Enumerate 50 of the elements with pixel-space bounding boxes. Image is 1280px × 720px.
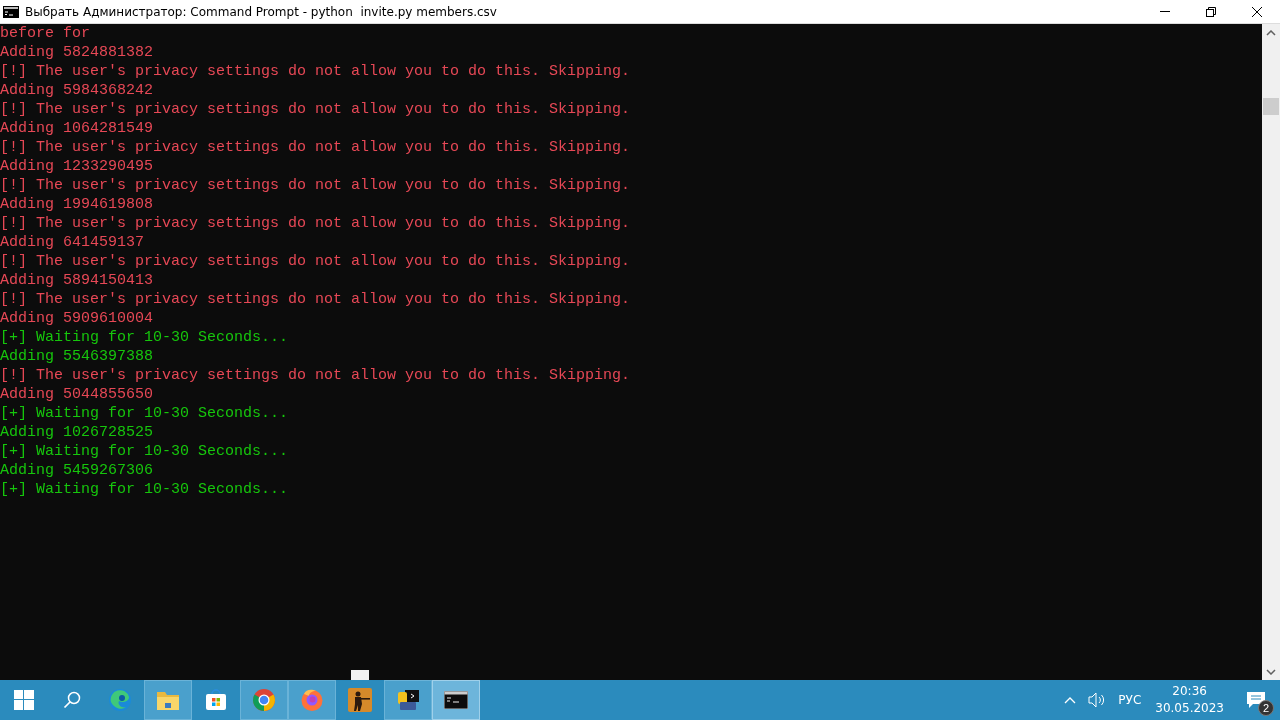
console-line: Adding 5824881382 (0, 43, 154, 62)
console-line: [!] The user's privacy settings do not allow you to do this. Skipping. (0, 252, 631, 271)
console-line: [!] The user's privacy settings do not allow you to do this. Skipping. (0, 290, 631, 309)
console-line: Adding 641459137 (0, 233, 145, 252)
notifications-button[interactable]: 2 (1232, 680, 1280, 720)
console-line: Adding 5044855650 (0, 385, 154, 404)
console-line: Adding 1026728525 (0, 423, 154, 442)
window-title: Выбрать Администратор: Command Prompt - python invite.py members.csv (25, 4, 498, 19)
console-line: Adding 5909610004 (0, 309, 154, 328)
language-indicator[interactable]: РУС (1112, 680, 1148, 720)
console-line: Adding 5894150413 (0, 271, 154, 290)
console-line: [!] The user's privacy settings do not allow you to do this. Skipping. (0, 366, 631, 385)
console-line: [+] Waiting for 10-30 Seconds... (0, 480, 289, 499)
speaker-icon (1088, 692, 1107, 708)
soldier-icon (348, 688, 372, 712)
firefox-icon (300, 688, 324, 712)
console-line: [!] The user's privacy settings do not allow you to do this. Skipping. (0, 214, 631, 233)
console-line: Adding 1994619808 (0, 195, 154, 214)
terminal-icon (3, 5, 19, 18)
folder-icon (156, 689, 180, 711)
minimize-icon (1160, 11, 1170, 12)
close-icon (1251, 5, 1263, 18)
taskbar-app[interactable] (432, 680, 480, 720)
console-line: Adding 5459267306 (0, 461, 154, 480)
console-line: Adding 5546397388 (0, 347, 154, 366)
taskbar-app[interactable] (384, 680, 432, 720)
console-line: [!] The user's privacy settings do not allow you to do this. Skipping. (0, 138, 631, 157)
caret-up-icon (1064, 696, 1077, 704)
search-icon (63, 691, 81, 709)
python-app-icon (396, 688, 420, 712)
scrollbar-thumb[interactable] (1263, 98, 1279, 115)
store-icon (205, 689, 227, 711)
console-line: [+] Waiting for 10-30 Seconds... (0, 442, 289, 461)
console-line: [+] Waiting for 10-30 Seconds... (0, 404, 289, 423)
clock[interactable]: 20:36 30.05.2023 (1147, 680, 1232, 720)
notification-count: 2 (1258, 700, 1274, 716)
terminal-icon (444, 691, 468, 709)
chrome-icon (252, 688, 276, 712)
edge-icon (108, 688, 132, 712)
console-line: [+] Waiting for 10-30 Seconds... (0, 328, 289, 347)
text-cursor (351, 670, 369, 680)
restore-icon (1205, 5, 1217, 18)
console-line: before for (0, 24, 90, 43)
console-line: [!] The user's privacy settings do not allow you to do this. Skipping. (0, 176, 631, 195)
console-line: [!] The user's privacy settings do not allow you to do this. Skipping. (0, 100, 631, 119)
console-line: Adding 1233290495 (0, 157, 154, 176)
console-line: Adding 1064281549 (0, 119, 154, 138)
windows-icon (14, 690, 34, 710)
console-line: [!] The user's privacy settings do not allow you to do this. Skipping. (0, 62, 631, 81)
console-line: Adding 5984368242 (0, 81, 154, 100)
